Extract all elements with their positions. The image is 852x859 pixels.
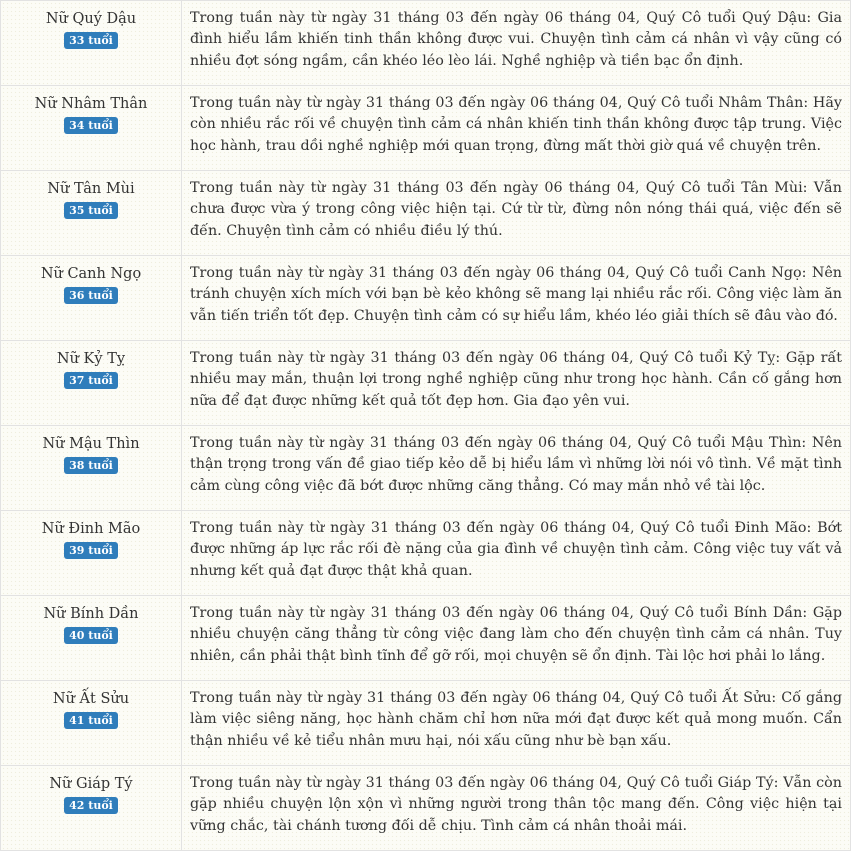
horoscope-text: Trong tuần này từ ngày 31 tháng 03 đến n… xyxy=(190,690,842,749)
age-badge: 42 tuổi xyxy=(64,797,118,814)
name-cell: Nữ Tân Mùi 35 tuổi xyxy=(0,170,182,256)
table-row: Nữ Ất Sửu 41 tuổi Trong tuần này từ ngày… xyxy=(0,680,851,766)
name-cell: Nữ Bính Dần 40 tuổi xyxy=(0,595,182,681)
person-name: Nữ Mậu Thìn xyxy=(42,436,140,452)
description-cell: Trong tuần này từ ngày 31 tháng 03 đến n… xyxy=(181,170,851,256)
person-name: Nữ Ất Sửu xyxy=(52,691,130,707)
person-name: Nữ Tân Mùi xyxy=(47,181,135,197)
name-cell: Nữ Đinh Mão 39 tuổi xyxy=(0,510,182,596)
table-row: Nữ Quý Dậu 33 tuổi Trong tuần này từ ngà… xyxy=(0,0,851,86)
horoscope-text: Trong tuần này từ ngày 31 tháng 03 đến n… xyxy=(190,435,842,494)
table-row: Nữ Mậu Thìn 38 tuổi Trong tuần này từ ng… xyxy=(0,425,851,511)
age-badge: 33 tuổi xyxy=(64,32,118,49)
age-badge: 41 tuổi xyxy=(64,712,118,729)
horoscope-text: Trong tuần này từ ngày 31 tháng 03 đến n… xyxy=(190,10,842,69)
horoscope-table: Nữ Quý Dậu 33 tuổi Trong tuần này từ ngà… xyxy=(0,0,851,851)
person-name: Nữ Kỷ Tỵ xyxy=(56,351,126,367)
horoscope-text: Trong tuần này từ ngày 31 tháng 03 đến n… xyxy=(190,605,842,664)
description-cell: Trong tuần này từ ngày 31 tháng 03 đến n… xyxy=(181,595,851,681)
description-cell: Trong tuần này từ ngày 31 tháng 03 đến n… xyxy=(181,510,851,596)
name-cell: Nữ Ất Sửu 41 tuổi xyxy=(0,680,182,766)
name-cell: Nữ Kỷ Tỵ 37 tuổi xyxy=(0,340,182,426)
age-badge: 38 tuổi xyxy=(64,457,118,474)
age-badge: 40 tuổi xyxy=(64,627,118,644)
description-cell: Trong tuần này từ ngày 31 tháng 03 đến n… xyxy=(181,765,851,851)
table-row: Nữ Giáp Tý 42 tuổi Trong tuần này từ ngà… xyxy=(0,765,851,851)
description-cell: Trong tuần này từ ngày 31 tháng 03 đến n… xyxy=(181,85,851,171)
person-name: Nữ Bính Dần xyxy=(43,606,139,622)
age-badge: 35 tuổi xyxy=(64,202,118,219)
age-badge: 37 tuổi xyxy=(64,372,118,389)
table-row: Nữ Nhâm Thân 34 tuổi Trong tuần này từ n… xyxy=(0,85,851,171)
person-name: Nữ Nhâm Thân xyxy=(34,96,148,112)
table-row: Nữ Bính Dần 40 tuổi Trong tuần này từ ng… xyxy=(0,595,851,681)
name-cell: Nữ Canh Ngọ 36 tuổi xyxy=(0,255,182,341)
description-cell: Trong tuần này từ ngày 31 tháng 03 đến n… xyxy=(181,255,851,341)
person-name: Nữ Quý Dậu xyxy=(45,11,137,27)
table-row: Nữ Đinh Mão 39 tuổi Trong tuần này từ ng… xyxy=(0,510,851,596)
horoscope-text: Trong tuần này từ ngày 31 tháng 03 đến n… xyxy=(190,775,842,834)
description-cell: Trong tuần này từ ngày 31 tháng 03 đến n… xyxy=(181,425,851,511)
age-badge: 39 tuổi xyxy=(64,542,118,559)
description-cell: Trong tuần này từ ngày 31 tháng 03 đến n… xyxy=(181,340,851,426)
age-badge: 36 tuổi xyxy=(64,287,118,304)
horoscope-text: Trong tuần này từ ngày 31 tháng 03 đến n… xyxy=(190,520,842,579)
table-row: Nữ Canh Ngọ 36 tuổi Trong tuần này từ ng… xyxy=(0,255,851,341)
table-row: Nữ Tân Mùi 35 tuổi Trong tuần này từ ngà… xyxy=(0,170,851,256)
table-row: Nữ Kỷ Tỵ 37 tuổi Trong tuần này từ ngày … xyxy=(0,340,851,426)
age-badge: 34 tuổi xyxy=(64,117,118,134)
horoscope-text: Trong tuần này từ ngày 31 tháng 03 đến n… xyxy=(190,350,842,409)
name-cell: Nữ Quý Dậu 33 tuổi xyxy=(0,0,182,86)
name-cell: Nữ Nhâm Thân 34 tuổi xyxy=(0,85,182,171)
description-cell: Trong tuần này từ ngày 31 tháng 03 đến n… xyxy=(181,680,851,766)
horoscope-text: Trong tuần này từ ngày 31 tháng 03 đến n… xyxy=(190,265,842,324)
person-name: Nữ Canh Ngọ xyxy=(40,266,142,282)
description-cell: Trong tuần này từ ngày 31 tháng 03 đến n… xyxy=(181,0,851,86)
person-name: Nữ Đinh Mão xyxy=(41,521,141,537)
name-cell: Nữ Giáp Tý 42 tuổi xyxy=(0,765,182,851)
name-cell: Nữ Mậu Thìn 38 tuổi xyxy=(0,425,182,511)
horoscope-text: Trong tuần này từ ngày 31 tháng 03 đến n… xyxy=(190,95,842,154)
person-name: Nữ Giáp Tý xyxy=(49,776,133,792)
horoscope-text: Trong tuần này từ ngày 31 tháng 03 đến n… xyxy=(190,180,842,239)
